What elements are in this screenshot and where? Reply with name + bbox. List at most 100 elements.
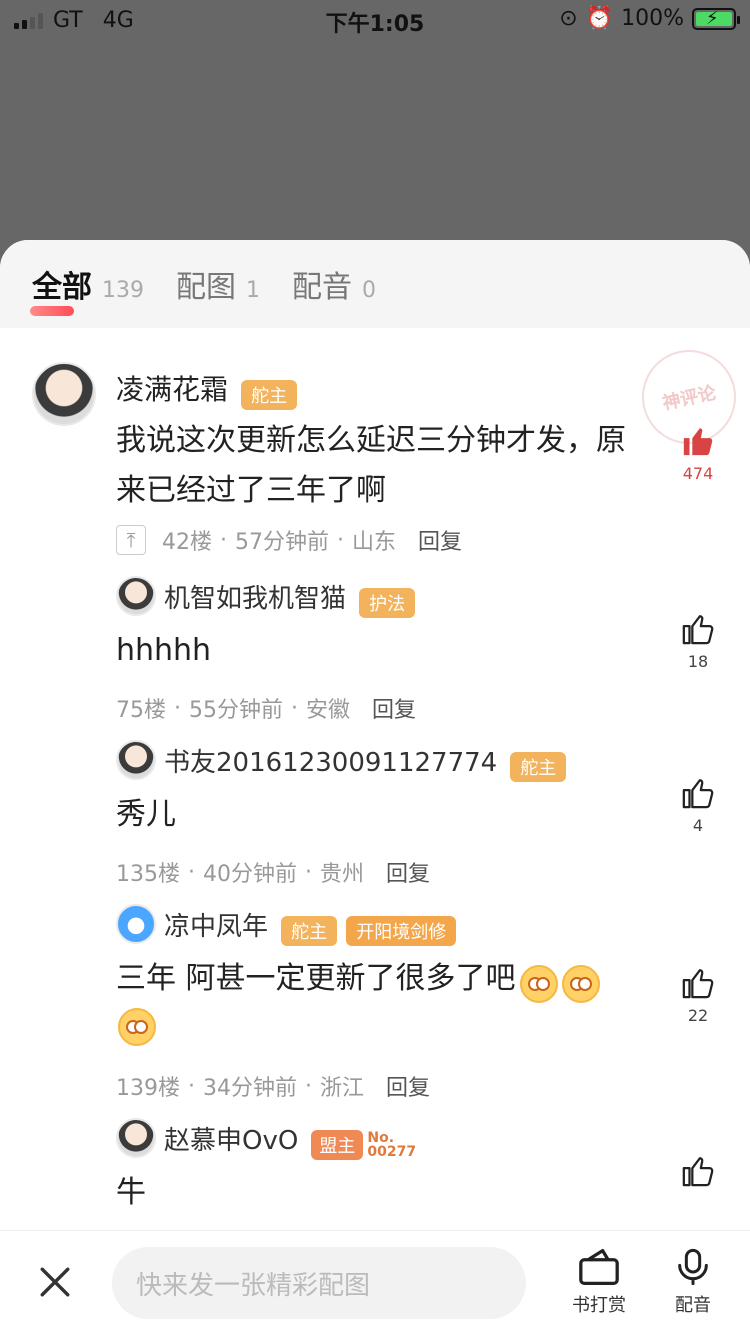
separator-dot: · [291,695,298,721]
separator-dot: · [305,1073,312,1099]
tab-bar: 全部 139 配图 1 配音 0 [0,240,750,328]
like-count: 22 [687,1006,709,1025]
rank-badge: 舵主 [241,379,298,410]
separator-dot: · [174,695,181,721]
comment-text: hhhhh [116,633,212,668]
emoji-icon [118,1008,156,1046]
timestamp: 57分钟前 [235,530,329,555]
location: 安徽 [306,698,351,723]
thumbs-up-filled-icon [683,428,713,456]
leader-badge-number: No. 00277 [367,1131,416,1159]
comment-header: 赵慕申OvO 盟主 No. 00277 [164,1120,416,1160]
charging-icon: ⚡ [706,7,719,29]
pin-top-icon[interactable]: ⤒ [116,525,146,555]
reply-button[interactable]: 回复 [386,1070,430,1102]
leader-badge-label: 盟主 [311,1129,364,1160]
floor-number: 42楼 [162,530,212,555]
reply-button[interactable]: 回复 [386,856,430,888]
separator-dot: · [220,527,227,553]
tab-all[interactable]: 全部 139 [30,262,144,316]
rank-badge: 护法 [359,587,416,618]
leader-badge-no-value: 00277 [367,1143,417,1160]
comment-meta: 139楼 · 34分钟前 · 浙江 回复 [116,1070,430,1102]
rank-badge: 舵主 [510,751,567,782]
rotation-lock-icon: ⊙ [559,6,578,31]
close-icon[interactable] [38,1265,72,1299]
comment-text: 我说这次更新怎么延迟三分钟才发，原来已经过了三年了啊 [116,423,626,508]
avatar[interactable] [116,740,156,780]
like-count: 474 [682,464,714,483]
battery-percent: 100% [621,6,684,31]
comment-header: 凌满花霜 舵主 [116,368,298,410]
comment-input[interactable]: 快来发一张精彩配图 [112,1247,526,1319]
status-right: ⊙ ⏰ 100% ⚡ [559,6,740,31]
battery-icon: ⚡ [692,7,740,30]
avatar[interactable] [116,904,156,944]
tab-count: 139 [102,278,144,303]
reward-label: 书打赏 [572,1295,626,1316]
location: 山东 [352,530,397,555]
thumbs-up-icon [682,615,714,645]
comment-meta: 75楼 · 55分钟前 · 安徽 回复 [116,692,416,724]
reward-button[interactable]: 书打赏 [564,1247,634,1317]
microphone-icon [678,1248,708,1286]
floor-number: 135楼 [116,862,180,887]
tab-count: 1 [246,278,260,303]
comment-header: 机智如我机智猫 护法 [164,578,416,618]
like-button[interactable]: 4 [668,776,728,835]
emoji-icon [561,964,600,1003]
avatar[interactable] [32,362,96,426]
username[interactable]: 凌满花霜 [116,373,228,406]
avatar[interactable] [116,1118,156,1158]
username[interactable]: 凉中凤年 [164,912,268,942]
like-count: 18 [687,652,709,671]
username[interactable]: 机智如我机智猫 [164,584,346,614]
comment-header: 凉中凤年 舵主 开阳境剑修 [164,906,457,946]
emoji-icon [519,964,558,1003]
separator-dot: · [188,1073,195,1099]
like-count: 4 [692,816,704,835]
alarm-icon: ⏰ [585,6,614,31]
timestamp: 40分钟前 [203,862,297,887]
tab-images[interactable]: 配图 1 [176,262,260,306]
username[interactable]: 赵慕申OvO [164,1126,298,1156]
dub-label: 配音 [675,1295,711,1316]
leader-badge: 盟主 No. 00277 [311,1129,416,1160]
comment-header: 书友20161230091127774 舵主 [164,742,567,782]
rank-badge: 舵主 [281,915,338,946]
tab-audio[interactable]: 配音 0 [292,262,376,306]
status-bar: GT 4G 下午1:05 ⊙ ⏰ 100% ⚡ [0,0,750,40]
thumbs-up-icon [682,1157,714,1187]
location: 浙江 [320,1076,365,1101]
comment-text: 秀儿 [116,797,176,832]
tab-label: 配图 [176,270,236,305]
like-button[interactable] [668,1154,728,1188]
tab-label: 全部 [32,270,92,305]
comment-text: 牛 [116,1175,146,1210]
title-badge: 开阳境剑修 [346,915,457,946]
like-button[interactable]: 18 [668,612,728,671]
separator-dot: · [337,527,344,553]
tab-count: 0 [362,278,376,303]
comment-body: 三年 阿甚一定更新了很多了吧 [116,954,656,1046]
separator-dot: · [305,859,312,885]
like-button[interactable]: 474 [668,424,728,483]
floor-number: 139楼 [116,1076,180,1101]
comment-meta: ⤒ 42楼 · 57分钟前 · 山东 回复 [116,524,462,556]
avatar[interactable] [116,576,156,616]
comments-sheet: 全部 139 配图 1 配音 0 神评论 凌满花霜 舵主 我说这次更新怎么延迟三… [0,240,750,1334]
like-button[interactable]: 22 [668,966,728,1025]
location: 贵州 [320,862,365,887]
book-reward-icon [579,1249,619,1285]
bottom-bar: 快来发一张精彩配图 书打赏 配音 [0,1230,750,1334]
reply-button[interactable]: 回复 [418,524,462,556]
tab-label: 配音 [292,270,352,305]
active-tab-indicator [30,306,74,316]
thumbs-up-icon [682,779,714,809]
reply-button[interactable]: 回复 [372,692,416,724]
username[interactable]: 书友20161230091127774 [164,748,497,778]
separator-dot: · [188,859,195,885]
dub-button[interactable]: 配音 [658,1247,728,1317]
thumbs-up-icon [682,969,714,999]
floor-number: 75楼 [116,698,166,723]
